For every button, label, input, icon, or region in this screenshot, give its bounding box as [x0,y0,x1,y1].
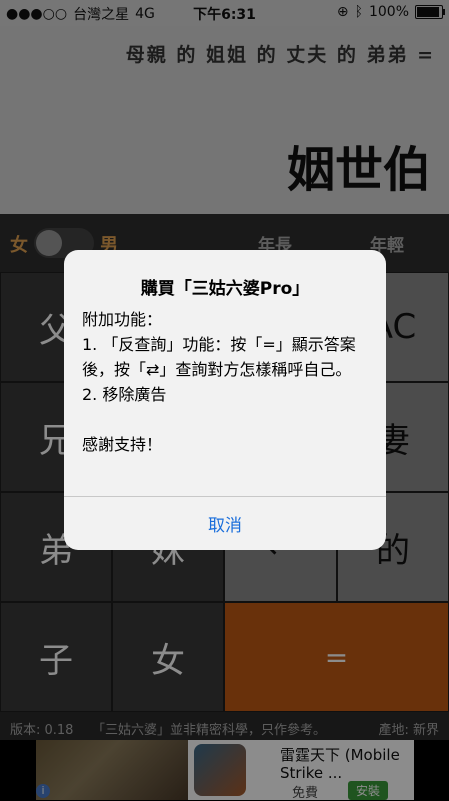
dialog-title: 購買「三姑六婆Pro」 [140,279,310,299]
dialog-line: 1. 「反查詢」功能：按「=」顯示答案後，按「⇄」查詢對方怎樣稱呼自己。 [82,335,356,379]
dialog-line: 感謝支持！ [82,435,163,454]
cancel-button[interactable]: 取消 [64,497,386,550]
purchase-dialog: 購買「三姑六婆Pro」 附加功能： 1. 「反查詢」功能：按「=」顯示答案後，按… [64,250,386,550]
dialog-line: 附加功能： [82,310,163,329]
dialog-body: 附加功能： 1. 「反查詢」功能：按「=」顯示答案後，按「⇄」查詢對方怎樣稱呼自… [64,299,386,457]
dialog-line: 2. 移除廣告 [82,385,167,404]
